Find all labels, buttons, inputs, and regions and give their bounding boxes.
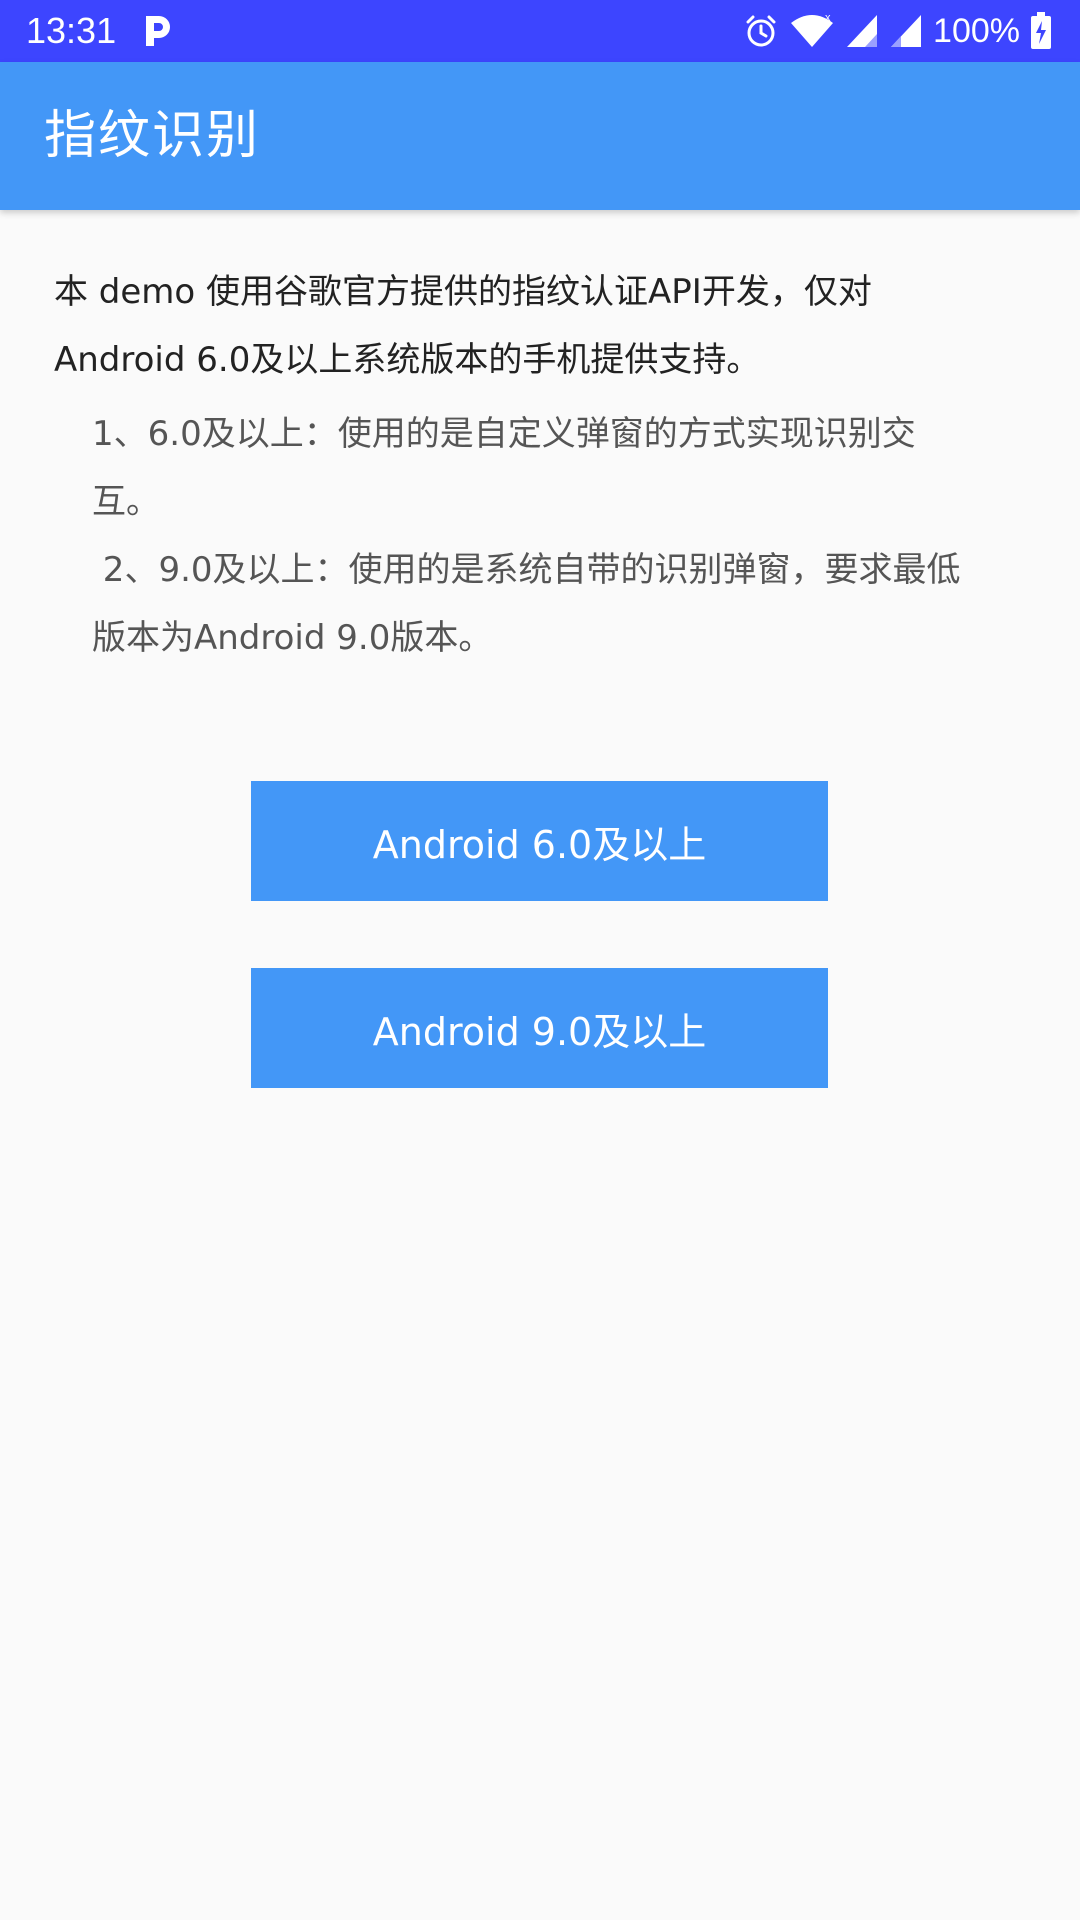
battery-percent: 100% bbox=[933, 12, 1020, 50]
note-1-line-2: 互。 bbox=[92, 482, 160, 522]
app-bar: 指纹识别 bbox=[0, 62, 1080, 210]
alarm-icon bbox=[743, 13, 779, 49]
status-icons: x 100% bbox=[743, 0, 1052, 62]
status-time: 13:31 bbox=[26, 10, 117, 51]
android-9-button-label: Android 9.0及以上 bbox=[372, 1009, 707, 1054]
intro-line-2: Android 6.0及以上系统版本的手机提供支持。 bbox=[54, 340, 761, 380]
note-1-line-1: 1、6.0及以上：使用的是自定义弹窗的方式实现识别交 bbox=[92, 414, 916, 454]
page-title: 指纹识别 bbox=[44, 106, 261, 166]
intro-text: 本 demo 使用谷歌官方提供的指纹认证API开发，仅对 Android 6.0… bbox=[54, 258, 1034, 394]
note-2-line-2: 版本为Android 9.0版本。 bbox=[92, 618, 493, 658]
note-2-line-1: 2、9.0及以上：使用的是系统自带的识别弹窗，要求最低 bbox=[92, 550, 961, 590]
wifi-icon: x bbox=[789, 11, 835, 51]
version-notes: 1、6.0及以上：使用的是自定义弹窗的方式实现识别交 互。 2、9.0及以上：使… bbox=[92, 400, 1052, 672]
intro-line-1: 本 demo 使用谷歌官方提供的指纹认证API开发，仅对 bbox=[54, 272, 872, 312]
svg-text:x: x bbox=[825, 12, 831, 24]
status-bar: 13:31 x 100% bbox=[0, 0, 1080, 62]
p-icon bbox=[142, 14, 172, 48]
android-6-button-label: Android 6.0及以上 bbox=[372, 822, 707, 867]
android-9-button[interactable]: Android 9.0及以上 bbox=[251, 968, 828, 1088]
signal-icon-2 bbox=[889, 13, 923, 49]
battery-charging-icon bbox=[1030, 12, 1052, 50]
android-6-button[interactable]: Android 6.0及以上 bbox=[251, 781, 828, 901]
description: 本 demo 使用谷歌官方提供的指纹认证API开发，仅对 Android 6.0… bbox=[54, 258, 1034, 672]
signal-icon bbox=[845, 13, 879, 49]
